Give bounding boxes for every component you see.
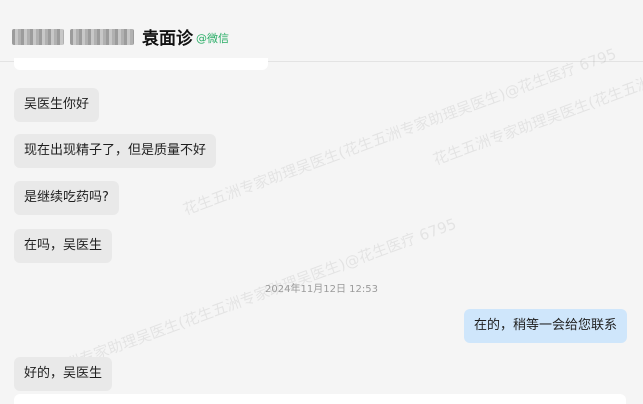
message-bubble[interactable]: 是继续吃药吗?: [14, 181, 119, 215]
message-text: 好的，吴医生: [24, 366, 103, 381]
message-bubble[interactable]: 现在出现精子了，但是质量不好: [14, 134, 217, 168]
next-message-bubble: [14, 394, 626, 404]
message-bubble[interactable]: 吴医生你好: [14, 88, 100, 122]
redacted-contact-name: [12, 29, 64, 45]
message-timestamp: 2024年11月12日 12:53: [265, 284, 378, 295]
message-text: 在吗，吴医生: [24, 238, 103, 253]
message-bubble[interactable]: 好的，吴医生: [14, 357, 113, 391]
chat-header: 袁面诊 @微信: [0, 0, 643, 62]
redacted-contact-id: [70, 29, 134, 45]
message-bubble[interactable]: 在吗，吴医生: [14, 229, 113, 263]
previous-message-bubble: [14, 58, 268, 70]
message-text: 现在出现精子了，但是质量不好: [24, 143, 207, 158]
message-text: 是继续吃药吗?: [24, 190, 109, 205]
wechat-tag: @微信: [196, 32, 229, 45]
message-text: 在的，稍等一会给您联系: [473, 318, 617, 333]
message-text: 吴医生你好: [24, 97, 90, 112]
contact-name: 袁面诊: [142, 29, 193, 49]
reply-bubble[interactable]: 在的，稍等一会给您联系: [463, 309, 627, 343]
